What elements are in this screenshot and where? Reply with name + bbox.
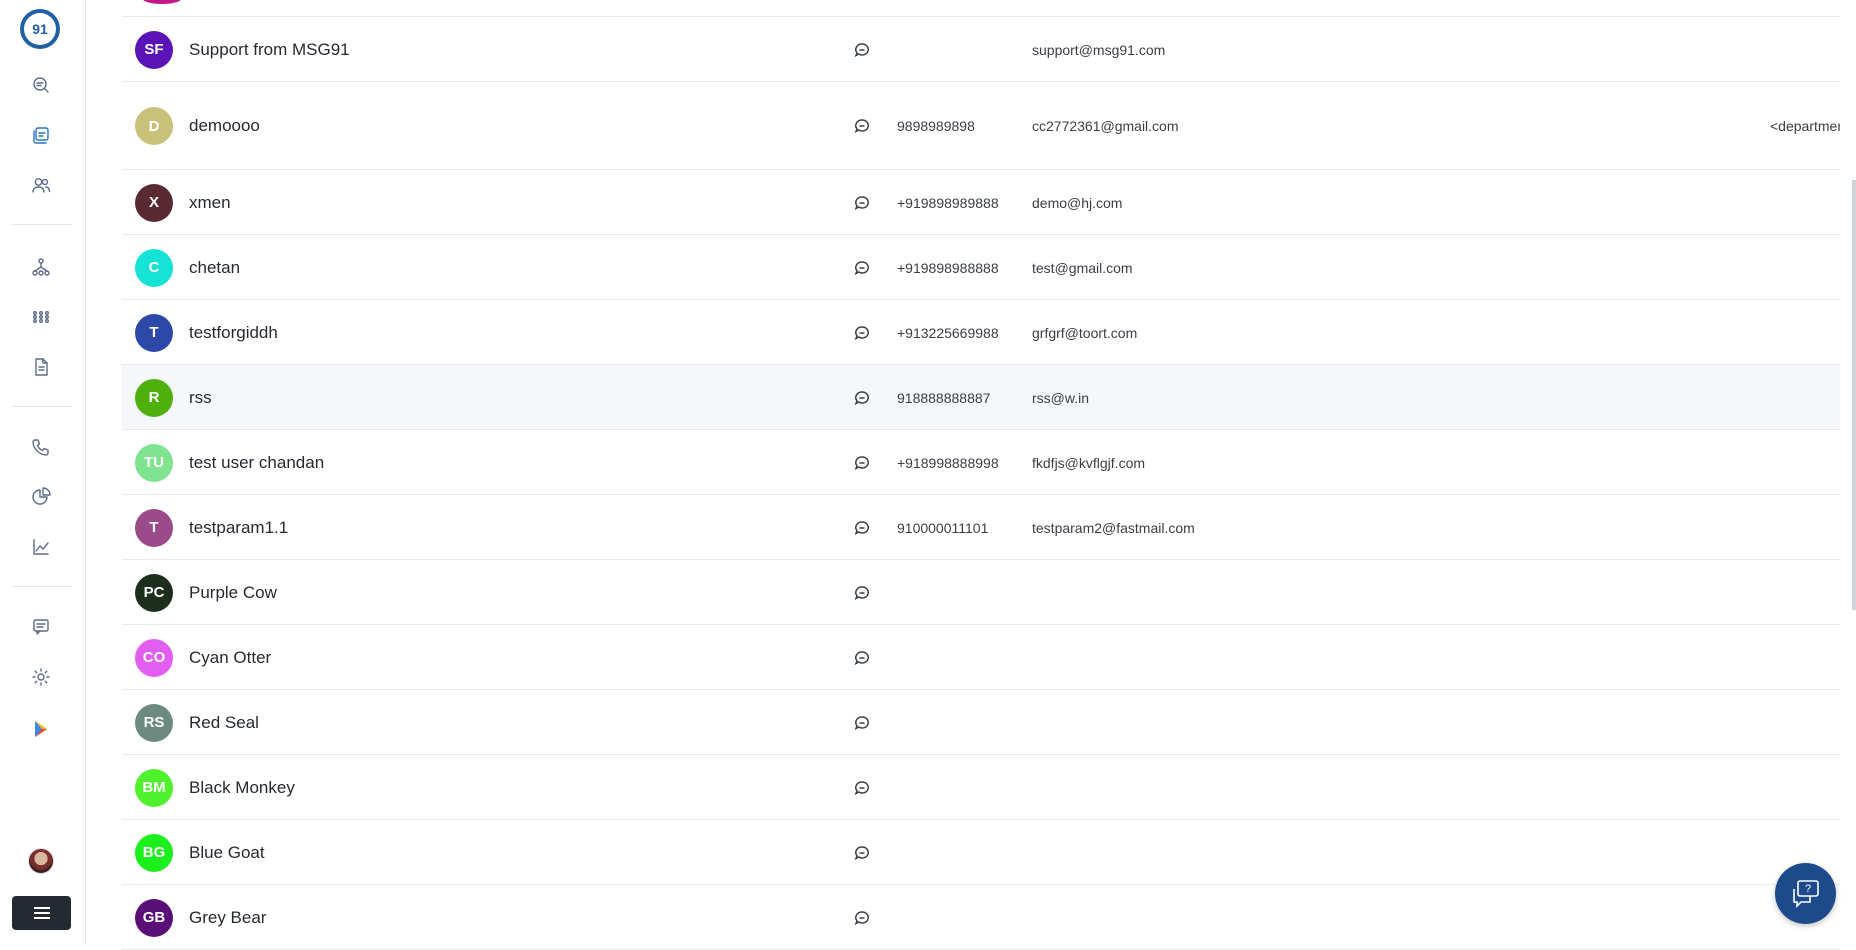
contact-avatar: PC: [135, 573, 173, 612]
chat-bubble-icon[interactable]: [854, 260, 870, 276]
contact-avatar: BG: [135, 833, 173, 872]
contact-email: rss@w.in: [1032, 389, 1089, 406]
contact-phone: 910000011101: [897, 519, 989, 536]
hamburger-icon: [33, 912, 50, 914]
msg91-logo[interactable]: 91: [20, 9, 60, 49]
sidebar-divider: [12, 406, 72, 407]
chat-bubble-icon[interactable]: [854, 910, 870, 926]
contact-email: demo@hj.com: [1032, 194, 1123, 211]
document-icon[interactable]: [28, 354, 54, 380]
contact-row[interactable]: RS Red Seal: [122, 690, 1840, 755]
contact-row[interactable]: Ddemoooo 9898989898 cc2772361@gmail.com <de…: [122, 82, 1840, 170]
contact-row[interactable]: TU test user chandan +918998888998 fkdfjs@k…: [122, 430, 1840, 495]
user-avatar[interactable]: [28, 848, 54, 874]
contact-extra-field: <departmen: [1770, 118, 1840, 134]
chat-bubble-icon[interactable]: [854, 455, 870, 471]
contact-name[interactable]: xmen: [189, 193, 231, 213]
contact-avatar: R: [135, 378, 173, 417]
pie-chart-icon[interactable]: [28, 484, 54, 510]
contact-row[interactable]: CO Cyan Otter: [122, 625, 1840, 690]
contact-name[interactable]: rss: [189, 388, 212, 408]
chat-bubble-icon[interactable]: [854, 780, 870, 796]
menu-button[interactable]: [12, 896, 71, 930]
scrollbar[interactable]: [1852, 180, 1856, 610]
contact-avatar: D: [135, 107, 173, 145]
contact-name[interactable]: test user chandan: [189, 453, 324, 473]
chat-search-icon[interactable]: [28, 72, 54, 98]
gear-icon[interactable]: [28, 664, 54, 690]
contact-row[interactable]: Xxmen +919898989888 demo@hj.com: [122, 170, 1840, 235]
contact-avatar: TU: [135, 443, 173, 482]
contact-avatar: SF: [135, 30, 173, 69]
phone-icon[interactable]: [28, 434, 54, 460]
contact-row[interactable]: Ttestforgiddh +913225669988 grfgrf@toort.c…: [122, 300, 1840, 365]
chat-bubble-icon[interactable]: [854, 195, 870, 211]
contact-row[interactable]: BM Black Monkey: [122, 755, 1840, 820]
apps-grid-icon[interactable]: [28, 304, 54, 330]
contact-phone: +913225669988: [897, 324, 999, 341]
contact-avatar: CO: [135, 638, 173, 677]
chat-bubble-icon[interactable]: [854, 42, 870, 58]
play-store-icon[interactable]: [28, 716, 54, 742]
contact-name[interactable]: Blue Goat: [189, 843, 265, 863]
contact-row[interactable]: BG Blue Goat: [122, 820, 1840, 885]
contacts-icon[interactable]: [28, 172, 54, 198]
contact-email: fkdfjs@kvflgjf.com: [1032, 454, 1146, 471]
inbox-icon[interactable]: [28, 122, 54, 148]
contact-avatar: BM: [135, 768, 173, 807]
contact-row[interactable]: Ttestparam1.1 910000011101 testparam2@fast…: [122, 495, 1840, 560]
contact-name[interactable]: Purple Cow: [189, 583, 277, 603]
chat-bubble-icon[interactable]: [854, 325, 870, 341]
chat-bubble-icon[interactable]: [854, 585, 870, 601]
contact-row[interactable]: PC Purple Cow: [122, 560, 1840, 625]
contact-phone: +919898989888: [897, 194, 999, 211]
contact-avatar: T: [135, 313, 173, 352]
contact-list: SF Support from MSG91 support@msg91.com Dde…: [122, 0, 1840, 950]
contact-name[interactable]: testparam1.1: [189, 518, 288, 538]
contact-row[interactable]: GB Grey Bear: [122, 885, 1840, 950]
chat-bubble-icon[interactable]: [854, 520, 870, 536]
contact-email: testparam2@fastmail.com: [1032, 519, 1195, 536]
line-chart-icon[interactable]: [28, 534, 54, 560]
contact-name[interactable]: Cyan Otter: [189, 648, 271, 668]
chat-bubble-icon[interactable]: [854, 650, 870, 666]
sidebar: 91: [0, 0, 86, 944]
contact-row[interactable]: SF Support from MSG91 support@msg91.com: [122, 17, 1840, 82]
contact-name[interactable]: Black Monkey: [189, 778, 295, 798]
chat-bubble-icon[interactable]: [854, 845, 870, 861]
contact-email: grfgrf@toort.com: [1032, 324, 1138, 341]
contact-phone: 9898989898: [897, 118, 975, 134]
contact-avatar: T: [135, 508, 173, 547]
contact-email: support@msg91.com: [1032, 41, 1166, 58]
logo-text: 91: [24, 13, 56, 45]
contact-name[interactable]: Red Seal: [189, 713, 259, 733]
chat-bubble-icon[interactable]: [854, 118, 870, 134]
contact-email: cc2772361@gmail.com: [1032, 118, 1179, 134]
contact-row[interactable]: Cchetan +919898988888 test@gmail.com: [122, 235, 1840, 300]
contact-phone: +918998888998: [897, 454, 999, 471]
workflow-icon[interactable]: [28, 254, 54, 280]
contact-avatar: GB: [135, 898, 173, 937]
svg-text:?: ?: [1804, 883, 1810, 895]
contact-phone: +919898988888: [897, 259, 999, 276]
contact-avatar: X: [135, 183, 173, 222]
message-icon[interactable]: [28, 614, 54, 640]
contact-email: test@gmail.com: [1032, 259, 1133, 276]
help-chat-icon: ?: [1792, 879, 1819, 908]
contact-avatar: RS: [135, 703, 173, 742]
contact-name[interactable]: Support from MSG91: [189, 40, 350, 60]
contact-name[interactable]: demoooo: [189, 116, 260, 136]
contact-name[interactable]: testforgiddh: [189, 323, 278, 343]
sidebar-divider: [12, 224, 72, 225]
chat-bubble-icon[interactable]: [854, 390, 870, 406]
contact-name[interactable]: chetan: [189, 258, 240, 278]
contact-avatar: C: [135, 248, 173, 287]
chat-bubble-icon[interactable]: [854, 715, 870, 731]
contact-phone: 918888888887: [897, 389, 991, 406]
contact-row[interactable]: Rrss 918888888887 rss@w.in: [122, 365, 1840, 430]
sidebar-divider: [12, 586, 72, 587]
help-button[interactable]: ?: [1775, 863, 1836, 924]
contact-name[interactable]: Grey Bear: [189, 908, 266, 928]
